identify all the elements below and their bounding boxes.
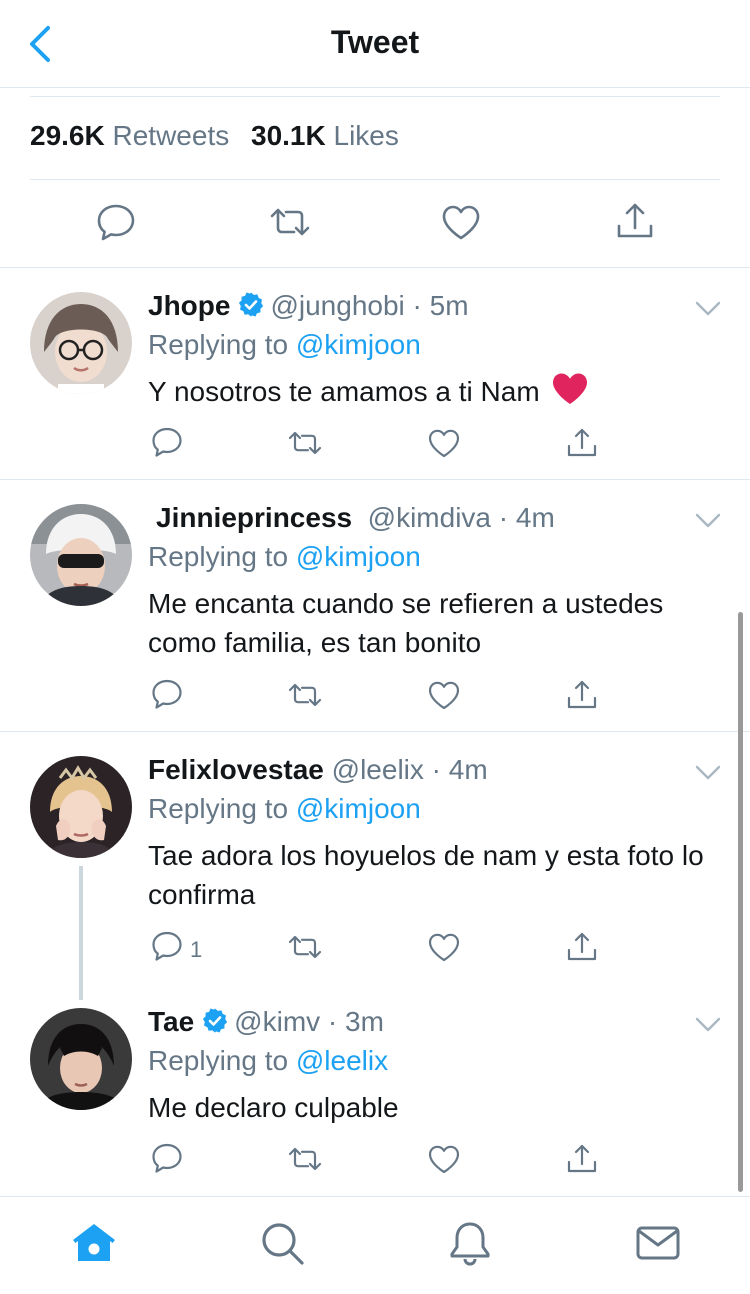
tweet-stats: 29.6K Retweets 30.1K Likes [30, 120, 413, 152]
reply-header: Jinnieprincess @kimdiva · 4m [156, 502, 555, 534]
reply-tweet: Jinnieprincess @kimdiva · 4m Replying to… [0, 480, 750, 730]
chevron-down-icon[interactable] [694, 1016, 722, 1034]
handle[interactable]: @kimdiva [368, 502, 491, 533]
retweet-icon[interactable] [288, 426, 322, 460]
replying-to-line: Replying to @leelix [148, 1045, 389, 1076]
reply-tweet: Tae @kimv · 3m Replying to @leelix Me dec… [0, 984, 750, 1195]
display-name[interactable]: Jinnieprincess [156, 502, 352, 533]
messages-icon[interactable] [634, 1219, 682, 1267]
tweet-text: Y nosotros te amamos a ti Nam [148, 372, 728, 411]
verified-badge-icon [239, 292, 264, 317]
retweets-label[interactable]: Retweets [113, 120, 230, 151]
share-icon[interactable] [565, 930, 599, 964]
divider [30, 96, 720, 97]
tweet-text: Me declaro culpable [148, 1092, 399, 1123]
home-icon[interactable] [70, 1219, 118, 1267]
mention-link[interactable]: @kimjoon [296, 793, 421, 824]
likes-label[interactable]: Likes [334, 120, 399, 151]
mention-link[interactable]: @kimjoon [296, 541, 421, 572]
mention-link[interactable]: @kimjoon [296, 329, 421, 360]
display-name[interactable]: Tae [148, 1006, 194, 1037]
like-icon[interactable] [427, 678, 461, 712]
reply-icon[interactable] [150, 1142, 184, 1176]
share-icon[interactable] [613, 200, 657, 244]
replying-to-line: Replying to @kimjoon [148, 793, 421, 824]
search-icon[interactable] [258, 1219, 306, 1267]
divider [30, 179, 720, 180]
dot-separator: · [423, 754, 449, 785]
notifications-icon[interactable] [446, 1219, 494, 1267]
timestamp: 5m [429, 290, 469, 321]
reply-tweet: Felixlovestae @leelix · 4m Replying to @… [0, 732, 750, 992]
page-title: Tweet [330, 24, 420, 60]
handle[interactable]: @junghobi [270, 290, 404, 321]
avatar[interactable] [30, 1008, 132, 1110]
avatar[interactable] [30, 504, 132, 606]
share-icon[interactable] [565, 678, 599, 712]
display-name[interactable]: Jhope [148, 290, 230, 321]
reply-tweet: Jhope @junghobi · 5m Replying to @kimjoon… [0, 268, 750, 479]
dot-separator: · [404, 290, 430, 321]
retweets-count: 29.6K [30, 120, 105, 151]
tweet-action-bar [0, 200, 750, 248]
handle[interactable]: @kimv [234, 1006, 320, 1037]
reply-icon[interactable] [150, 930, 184, 964]
scrollbar[interactable] [738, 612, 743, 1192]
replying-to-line: Replying to @kimjoon [148, 329, 421, 360]
red-heart-emoji-icon [553, 373, 588, 404]
display-name[interactable]: Felixlovestae [148, 754, 324, 785]
verified-badge-icon [203, 1008, 228, 1033]
handle[interactable]: @leelix [332, 754, 424, 785]
like-icon[interactable] [427, 1142, 461, 1176]
chevron-down-icon[interactable] [694, 512, 722, 530]
replying-to-line: Replying to @kimjoon [148, 541, 421, 572]
retweet-icon[interactable] [288, 930, 322, 964]
bottom-tab-bar [0, 1196, 750, 1294]
like-icon[interactable] [427, 426, 461, 460]
chevron-down-icon[interactable] [694, 764, 722, 782]
reply-header: Tae @kimv · 3m [148, 1006, 384, 1038]
dot-separator: · [491, 502, 516, 533]
like-icon[interactable] [427, 930, 461, 964]
chevron-down-icon[interactable] [694, 300, 722, 318]
tweet-text: Me encanta cuando se refieren a ustedes … [148, 588, 664, 658]
avatar[interactable] [30, 756, 132, 858]
reply-icon[interactable] [150, 426, 184, 460]
share-icon[interactable] [565, 426, 599, 460]
reply-count: 1 [190, 937, 203, 962]
reply-header: Jhope @junghobi · 5m [148, 290, 469, 322]
dot-separator: · [320, 1006, 346, 1037]
share-icon[interactable] [565, 1142, 599, 1176]
reply-icon[interactable] [150, 678, 184, 712]
likes-count: 30.1K [251, 120, 326, 151]
like-icon[interactable] [439, 200, 483, 244]
timestamp: 4m [515, 502, 555, 533]
top-nav-bar: Tweet [0, 0, 750, 88]
timestamp: 4m [448, 754, 488, 785]
reply-icon[interactable] [94, 200, 138, 244]
mention-link[interactable]: @leelix [296, 1045, 388, 1076]
tweet-text: Tae adora los hoyuelos de nam y esta fot… [148, 840, 704, 910]
avatar[interactable] [30, 292, 132, 394]
timestamp: 3m [345, 1006, 384, 1037]
retweet-icon[interactable] [268, 200, 312, 244]
retweet-icon[interactable] [288, 678, 322, 712]
reply-header: Felixlovestae @leelix · 4m [148, 754, 488, 786]
retweet-icon[interactable] [288, 1142, 322, 1176]
